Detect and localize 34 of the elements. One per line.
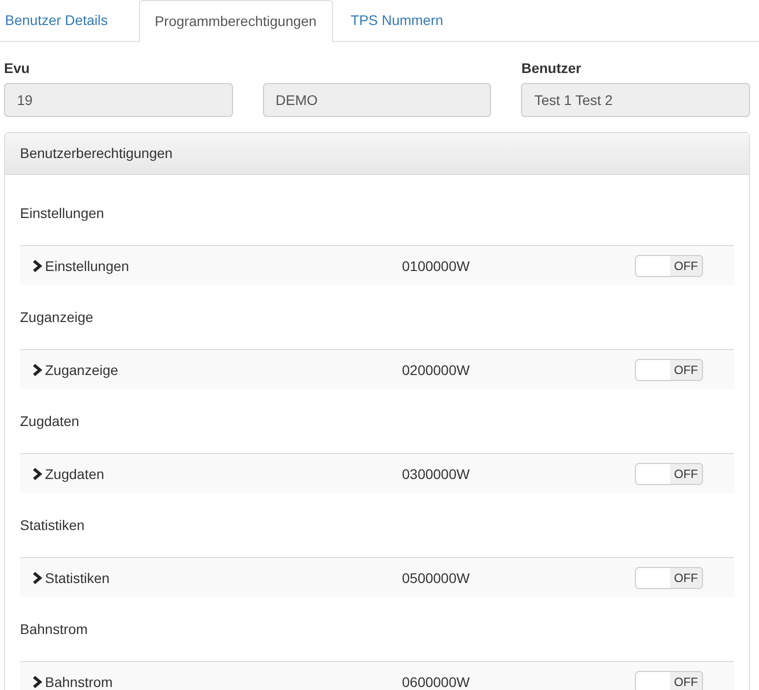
input-field[interactable]: Test 1 Test 2 (521, 83, 750, 117)
chevron-right-icon[interactable] (32, 468, 42, 480)
toggle-switch[interactable]: OFF (635, 462, 703, 484)
toggle-switch[interactable]: OFF (635, 254, 703, 276)
permission-code: 0600000W (402, 674, 471, 690)
tab[interactable]: Programmberechtigungen (138, 0, 333, 43)
input-field[interactable]: DEMO (262, 83, 492, 117)
group-title: Statistiken (20, 517, 85, 533)
permission-code: 0200000W (402, 362, 471, 378)
chevron-right-icon[interactable] (32, 364, 42, 376)
field-label: Benutzer (521, 59, 582, 78)
tab[interactable]: Benutzer Details (0, 0, 126, 41)
permission-name: Bahnstrom (45, 674, 113, 690)
chevron-right-icon[interactable] (32, 676, 42, 688)
permission-name: Zugdaten (45, 466, 104, 482)
field-label: Evu (4, 59, 31, 78)
input-field[interactable]: 19 (4, 83, 233, 117)
group-title: Einstellungen (20, 205, 104, 221)
permission-code: 0300000W (402, 466, 471, 482)
toggle-switch[interactable]: OFF (635, 358, 703, 380)
permission-name: Statistiken (45, 570, 110, 586)
chevron-right-icon[interactable] (32, 572, 42, 584)
permission-code: 0100000W (402, 258, 471, 274)
group-title: Bahnstrom (20, 621, 88, 637)
panel-header: Benutzerberechtigungen (5, 133, 749, 175)
chevron-right-icon[interactable] (32, 260, 42, 272)
group-title: Zugdaten (20, 413, 80, 429)
group-title: Zuganzeige (20, 309, 94, 325)
permission-name: Einstellungen (45, 258, 130, 274)
tab[interactable]: TPS Nummern (336, 0, 462, 41)
toggle-switch[interactable]: OFF (635, 670, 703, 690)
toggle-switch[interactable]: OFF (635, 566, 703, 588)
permission-name: Zuganzeige (45, 362, 118, 378)
permission-code: 0500000W (402, 570, 471, 586)
